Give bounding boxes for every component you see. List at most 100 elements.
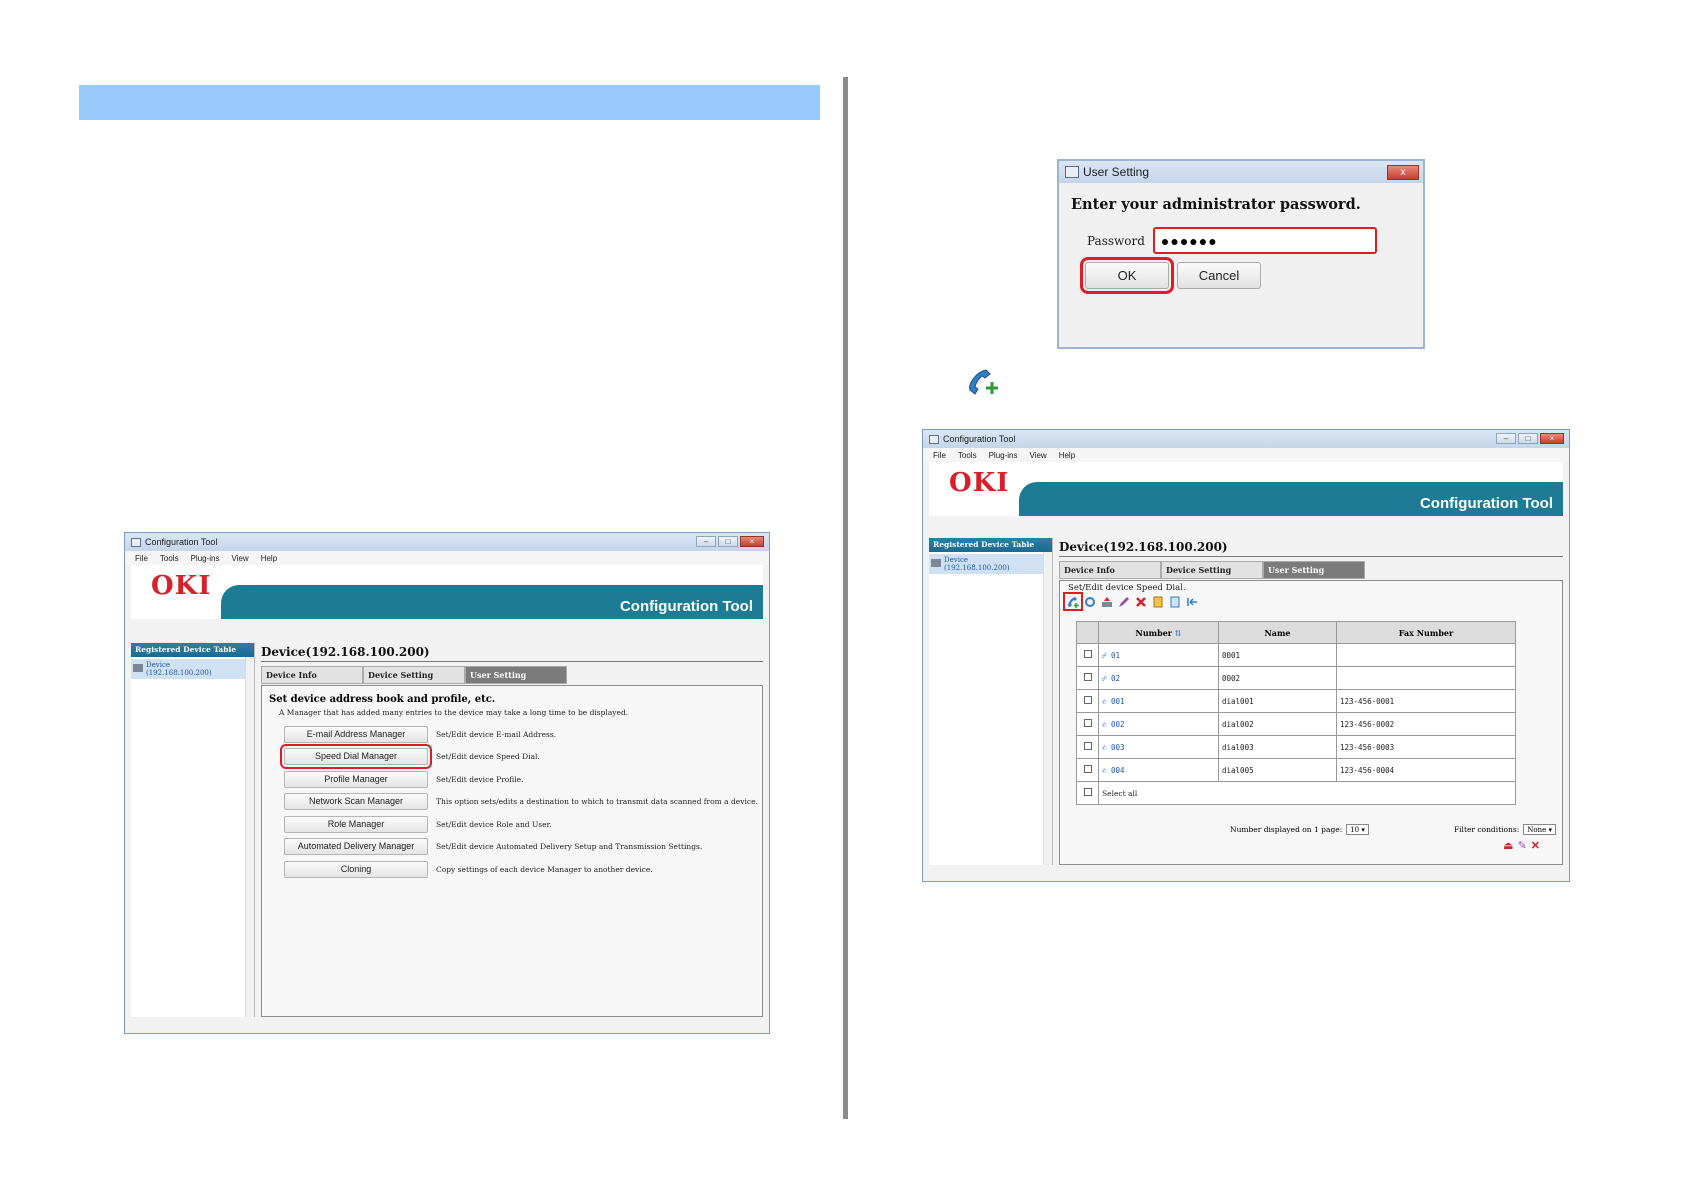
tab-user-setting[interactable]: User Setting	[465, 666, 567, 684]
column-header-fax[interactable]: Fax Number	[1336, 621, 1516, 644]
bottom-toolbar: ⏏ ✎ ✕	[1503, 839, 1540, 852]
import-icon[interactable]	[1151, 595, 1165, 608]
tab-device-info[interactable]: Device Info	[1059, 561, 1161, 579]
sidebar-header: Registered Device Table	[929, 538, 1052, 552]
tab-bar: Device Info Device Setting User Setting	[1059, 561, 1563, 579]
menu-file[interactable]: File	[135, 554, 148, 563]
password-input[interactable]: ●●●●●●	[1152, 227, 1377, 254]
minimize-icon[interactable]: –	[1496, 433, 1516, 444]
sidebar-scrollbar[interactable]	[245, 657, 254, 1017]
row-checkbox[interactable]	[1083, 696, 1092, 704]
table-row[interactable]: ✆ 002 dial002 123-456-0002	[1076, 712, 1516, 736]
printer-icon	[133, 664, 143, 672]
phone-icon: ✆	[1102, 696, 1107, 706]
filter-label: Filter conditions:	[1453, 825, 1520, 834]
close-icon[interactable]: ×	[740, 536, 764, 547]
tab-bar: Device Info Device Setting User Setting	[261, 666, 763, 684]
tab-device-info[interactable]: Device Info	[261, 666, 363, 684]
table-row[interactable]: ✆ 003 dial003 123-456-0003	[1076, 735, 1516, 759]
oki-logo: OKI	[949, 468, 1010, 498]
menu-tools[interactable]: Tools	[958, 451, 977, 460]
sidebar-header: Registered Device Table	[131, 643, 254, 657]
speed-dial-table: Number ⇅ Name Fax Number ☍ 01 0001 ☍ 02 …	[1076, 621, 1516, 805]
section-heading-bar	[79, 85, 820, 120]
per-page-label: Number displayed on 1 page:	[1230, 825, 1343, 834]
edit-icon[interactable]	[1117, 595, 1131, 608]
maximize-icon[interactable]: □	[718, 536, 738, 547]
column-header-number[interactable]: Number ⇅	[1098, 621, 1219, 644]
main-content: Device(192.168.100.200) Device Info Devi…	[261, 643, 763, 1017]
column-header-name[interactable]: Name	[1218, 621, 1337, 644]
edit-icon[interactable]: ✎	[1518, 839, 1527, 852]
select-all-label: Select all	[1098, 781, 1516, 805]
number-link[interactable]: 003	[1111, 743, 1125, 752]
row-checkbox[interactable]	[1083, 719, 1092, 727]
select-all-row: Select all	[1076, 781, 1516, 805]
number-link[interactable]: 01	[1111, 651, 1120, 660]
password-label: Password	[1087, 233, 1145, 248]
menu-help[interactable]: Help	[261, 554, 277, 563]
row-checkbox[interactable]	[1083, 673, 1092, 681]
close-icon[interactable]: ×	[1540, 433, 1564, 444]
cloning-button[interactable]: Cloning	[284, 860, 428, 878]
manager-desc: This option sets/edits a destination to …	[436, 797, 758, 807]
speed-dial-manager-button[interactable]: Speed Dial Manager	[280, 744, 432, 770]
table-row[interactable]: ☍ 02 0002	[1076, 666, 1516, 690]
ok-button[interactable]: OK	[1080, 257, 1174, 294]
select-all-checkbox[interactable]	[1083, 788, 1092, 796]
row-checkbox[interactable]	[1083, 650, 1092, 658]
add-group-dial-icon[interactable]	[1083, 595, 1097, 608]
menu-plugins[interactable]: Plug-ins	[989, 451, 1018, 460]
window-title: Configuration Tool	[145, 537, 218, 547]
cancel-button[interactable]: Cancel	[1177, 262, 1261, 289]
tab-device-setting[interactable]: Device Setting	[1161, 561, 1263, 579]
add-speed-dial-icon[interactable]	[1063, 592, 1083, 611]
tab-device-setting[interactable]: Device Setting	[363, 666, 465, 684]
menu-help[interactable]: Help	[1059, 451, 1075, 460]
group-dial-icon: ☍	[1102, 650, 1107, 660]
sidebar-device-item[interactable]: Device (192.168.100.200)	[929, 554, 1052, 574]
role-manager-button[interactable]: Role Manager	[284, 815, 428, 833]
titlebar: Configuration Tool – □ ×	[923, 430, 1569, 448]
table-row[interactable]: ☍ 01 0001	[1076, 643, 1516, 667]
sidebar-device-item[interactable]: Device (192.168.100.200)	[131, 659, 254, 679]
maximize-icon[interactable]: □	[1518, 433, 1538, 444]
fax-cell: 123-456-0002	[1336, 712, 1516, 736]
speed-dial-toolbar	[1060, 592, 1562, 611]
automated-delivery-manager-button[interactable]: Automated Delivery Manager	[284, 838, 428, 856]
row-checkbox[interactable]	[1083, 742, 1092, 750]
fax-cell	[1336, 643, 1516, 667]
close-icon[interactable]: x	[1387, 165, 1419, 180]
window-title: Configuration Tool	[943, 434, 1016, 444]
menu-view[interactable]: View	[231, 554, 248, 563]
menu-plugins[interactable]: Plug-ins	[191, 554, 220, 563]
delete-icon[interactable]: ✕	[1531, 839, 1540, 852]
network-scan-manager-button[interactable]: Network Scan Manager	[284, 793, 428, 811]
number-link[interactable]: 001	[1111, 697, 1125, 706]
upload-icon[interactable]	[1100, 595, 1114, 608]
per-page-select[interactable]: 10 ▾	[1346, 824, 1369, 835]
filter-select[interactable]: None ▾	[1523, 824, 1556, 835]
titlebar: Configuration Tool – □ ×	[125, 533, 769, 551]
number-link[interactable]: 02	[1111, 674, 1120, 683]
menu-file[interactable]: File	[933, 451, 946, 460]
email-address-manager-button[interactable]: E-mail Address Manager	[284, 725, 428, 743]
row-checkbox[interactable]	[1083, 765, 1092, 773]
upload-icon[interactable]: ⏏	[1503, 839, 1513, 852]
number-link[interactable]: 002	[1111, 720, 1125, 729]
phone-icon: ✆	[1102, 742, 1107, 752]
table-row[interactable]: ✆ 004 dial005 123-456-0004	[1076, 758, 1516, 782]
export-icon[interactable]	[1168, 595, 1182, 608]
profile-manager-button[interactable]: Profile Manager	[284, 770, 428, 788]
app-icon	[1065, 166, 1079, 178]
menu-tools[interactable]: Tools	[160, 554, 179, 563]
sidebar-scrollbar[interactable]	[1043, 552, 1052, 865]
number-link[interactable]: 004	[1111, 766, 1125, 775]
minimize-icon[interactable]: –	[696, 536, 716, 547]
delete-icon[interactable]	[1134, 595, 1148, 608]
menu-view[interactable]: View	[1029, 451, 1046, 460]
tab-user-setting[interactable]: User Setting	[1263, 561, 1365, 579]
table-row[interactable]: ✆ 001 dial001 123-456-0001	[1076, 689, 1516, 713]
device-sidebar: Registered Device Table Device (192.168.…	[929, 538, 1053, 865]
sort-icon[interactable]	[1185, 595, 1199, 608]
